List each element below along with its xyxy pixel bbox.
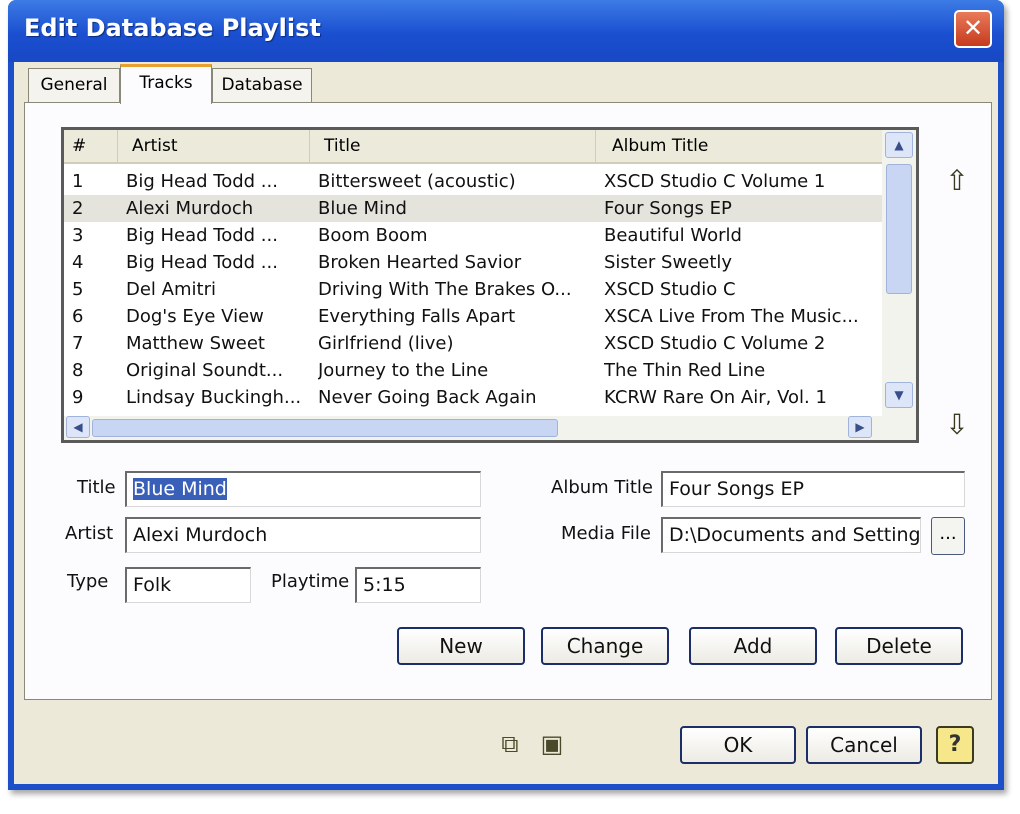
cell-title: Everything Falls Apart xyxy=(318,306,516,327)
delete-button[interactable]: Delete xyxy=(835,627,963,665)
cell-album-title: Four Songs EP xyxy=(604,198,732,219)
ok-button[interactable]: OK xyxy=(680,726,796,764)
copy-icon[interactable]: ⧉ xyxy=(494,728,526,760)
playtime-label: Playtime xyxy=(271,571,350,592)
cell-artist: Alexi Murdoch xyxy=(126,198,254,219)
table-row[interactable]: 2 Alexi Murdoch Blue Mind Four Songs EP xyxy=(64,195,882,222)
cell-number: 7 xyxy=(72,333,84,354)
tracks-tab-panel: # Artist Title Album Title 1 Big Head Tod… xyxy=(24,102,992,700)
tracks-grid[interactable]: # Artist Title Album Title 1 Big Head Tod… xyxy=(61,127,919,443)
title-field-selected-text: Blue Mind xyxy=(133,478,227,500)
arrow-down-icon[interactable]: ⇩ xyxy=(939,407,975,443)
scroll-up-icon[interactable]: ▲ xyxy=(885,132,913,158)
column-header-album-title[interactable]: Album Title xyxy=(596,130,882,162)
tab-general[interactable]: General xyxy=(28,68,120,102)
cell-title: Boom Boom xyxy=(318,225,428,246)
artist-label: Artist xyxy=(65,523,114,544)
add-button[interactable]: Add xyxy=(689,627,817,665)
vertical-scrollbar[interactable]: ▲ ▼ xyxy=(882,130,916,416)
arrow-up-icon[interactable]: ⇧ xyxy=(939,163,975,199)
cell-artist: Dog's Eye View xyxy=(126,306,264,327)
cell-album-title: KCRW Rare On Air, Vol. 1 xyxy=(604,387,827,408)
horizontal-scrollbar[interactable]: ◀ ▶ xyxy=(64,416,916,440)
cell-title: Girlfriend (live) xyxy=(318,333,454,354)
vertical-scroll-thumb[interactable] xyxy=(886,164,912,294)
cell-artist: Big Head Todd ... xyxy=(126,171,278,192)
scroll-left-icon[interactable]: ◀ xyxy=(66,416,90,438)
cell-album-title: XSCA Live From The Music... xyxy=(604,306,859,327)
cell-album-title: Beautiful World xyxy=(604,225,742,246)
cell-album-title: The Thin Red Line xyxy=(604,360,766,381)
cell-artist: Del Amitri xyxy=(126,279,216,300)
title-field[interactable]: Blue Mind xyxy=(125,471,481,507)
title-label: Title xyxy=(77,477,116,498)
table-row[interactable]: 7 Matthew Sweet Girlfriend (live) XSCD Stud… xyxy=(64,330,882,357)
dialog-body: General Tracks Database # Artist Title A… xyxy=(14,62,998,784)
cell-number: 9 xyxy=(72,387,84,408)
playtime-field[interactable]: 5:15 xyxy=(355,567,481,603)
scroll-down-icon[interactable]: ▼ xyxy=(885,382,913,408)
horizontal-scroll-thumb[interactable] xyxy=(92,419,558,437)
cell-title: Bittersweet (acoustic) xyxy=(318,171,516,192)
type-label: Type xyxy=(67,571,109,592)
cell-album-title: Sister Sweetly xyxy=(604,252,733,273)
table-row[interactable]: 4 Big Head Todd ... Broken Hearted Savior S… xyxy=(64,249,882,276)
cell-number: 5 xyxy=(72,279,84,300)
cell-number: 1 xyxy=(72,171,84,192)
table-row[interactable]: 9 Lindsay Buckingh... Never Going Back Aga… xyxy=(64,384,882,411)
cell-number: 8 xyxy=(72,360,84,381)
cell-artist: Original Soundt... xyxy=(126,360,284,381)
paste-icon[interactable]: ▣ xyxy=(536,728,568,760)
close-icon[interactable]: ✕ xyxy=(954,10,992,48)
browse-button[interactable]: ... xyxy=(931,517,965,555)
cell-number: 3 xyxy=(72,225,84,246)
cancel-button[interactable]: Cancel xyxy=(806,726,922,764)
column-header-number[interactable]: # xyxy=(64,130,118,162)
media-file-field[interactable]: D:\Documents and Settings xyxy=(661,517,921,553)
tab-database[interactable]: Database xyxy=(212,68,312,102)
table-row[interactable]: 5 Del Amitri Driving With The Brakes O... X… xyxy=(64,276,882,303)
help-icon[interactable]: ? xyxy=(936,726,974,764)
window-title: Edit Database Playlist xyxy=(24,14,321,42)
type-field[interactable]: Folk xyxy=(125,567,251,603)
artist-field[interactable]: Alexi Murdoch xyxy=(125,517,481,553)
table-row[interactable]: 3 Big Head Todd ... Boom Boom Beautiful Wor… xyxy=(64,222,882,249)
cell-title: Journey to the Line xyxy=(318,360,489,381)
table-row[interactable]: 1 Big Head Todd ... Bittersweet (acoustic)… xyxy=(64,168,882,195)
column-header-title[interactable]: Title xyxy=(310,130,596,162)
cell-album-title: XSCD Studio C xyxy=(604,279,736,300)
table-row[interactable]: 6 Dog's Eye View Everything Falls Apart XSC… xyxy=(64,303,882,330)
cell-title: Never Going Back Again xyxy=(318,387,537,408)
scroll-right-icon[interactable]: ▶ xyxy=(848,416,872,438)
tab-tracks[interactable]: Tracks xyxy=(120,64,212,104)
cell-number: 2 xyxy=(72,198,84,219)
cell-title: Blue Mind xyxy=(318,198,407,219)
media-file-label: Media File xyxy=(561,523,651,544)
cell-artist: Big Head Todd ... xyxy=(126,225,278,246)
cell-artist: Matthew Sweet xyxy=(126,333,265,354)
cell-title: Driving With The Brakes O... xyxy=(318,279,572,300)
cell-number: 6 xyxy=(72,306,84,327)
cell-artist: Lindsay Buckingh... xyxy=(126,387,302,408)
grid-header: # Artist Title Album Title xyxy=(64,130,882,164)
cell-album-title: XSCD Studio C Volume 1 xyxy=(604,171,826,192)
album-title-label: Album Title xyxy=(551,477,653,498)
title-bar[interactable]: Edit Database Playlist ✕ xyxy=(8,0,1004,62)
column-header-artist[interactable]: Artist xyxy=(118,130,310,162)
cell-album-title: XSCD Studio C Volume 2 xyxy=(604,333,826,354)
dialog-window: Edit Database Playlist ✕ General Tracks … xyxy=(8,0,1004,790)
change-button[interactable]: Change xyxy=(541,627,669,665)
cell-title: Broken Hearted Savior xyxy=(318,252,522,273)
cell-number: 4 xyxy=(72,252,84,273)
table-row[interactable]: 8 Original Soundt... Journey to the Line Th… xyxy=(64,357,882,384)
album-title-field[interactable]: Four Songs EP xyxy=(661,471,965,507)
new-button[interactable]: New xyxy=(397,627,525,665)
cell-artist: Big Head Todd ... xyxy=(126,252,278,273)
